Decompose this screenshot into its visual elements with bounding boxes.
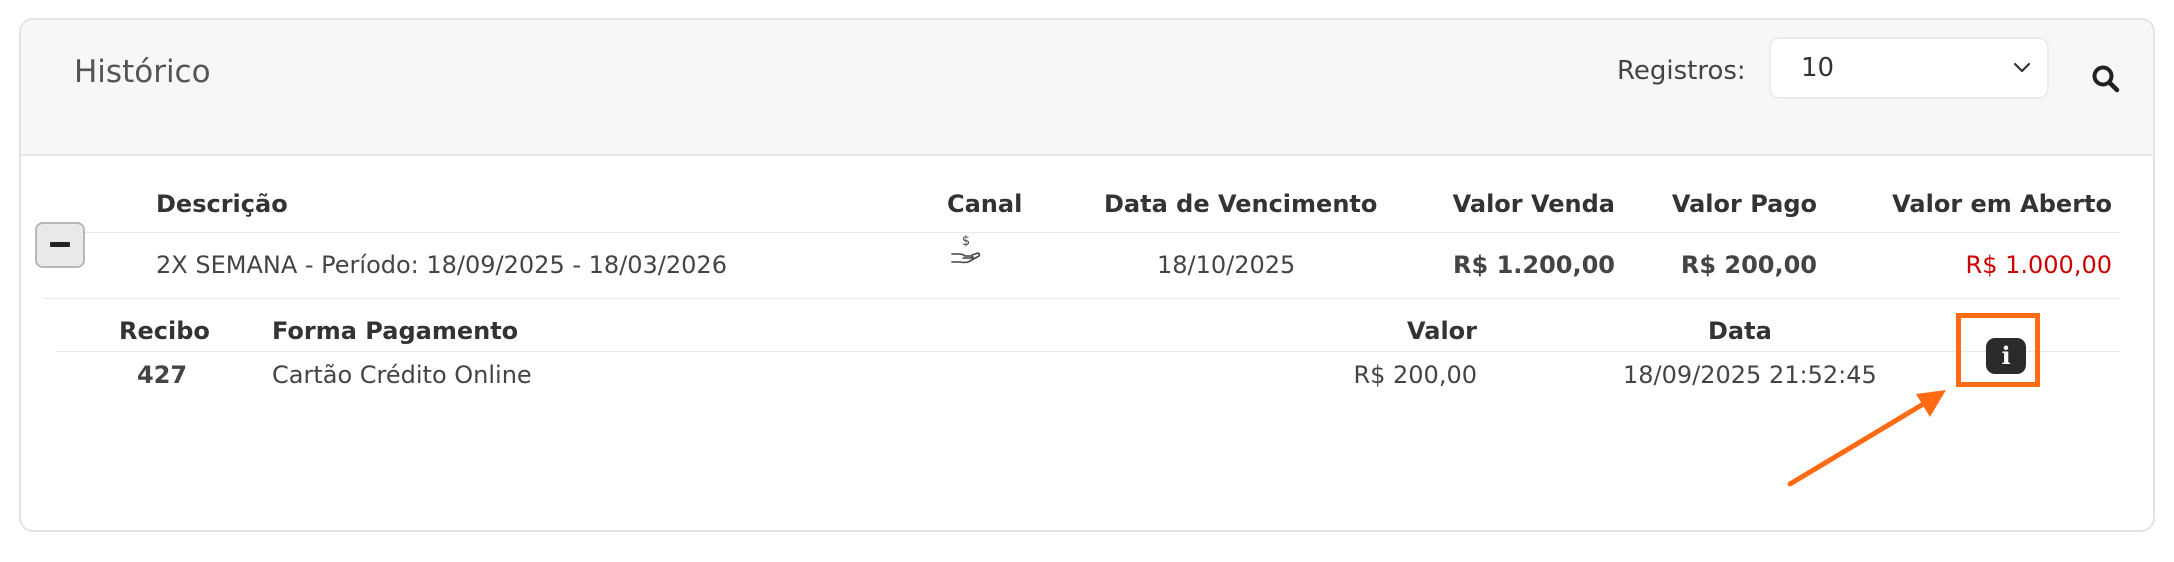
search-icon[interactable] xyxy=(2089,62,2123,96)
col-valor: Valor xyxy=(1406,317,1477,345)
hand-money-icon: $ xyxy=(951,234,981,264)
row-divider xyxy=(44,298,2120,299)
page-title: Histórico xyxy=(74,54,211,90)
sub-row-valor: R$ 200,00 xyxy=(1353,361,1477,389)
subheader-divider xyxy=(56,351,2120,352)
row-descricao: 2X SEMANA - Período: 18/09/2025 - 18/03/… xyxy=(156,251,727,279)
info-icon: i xyxy=(2001,341,2011,370)
chevron-down-icon xyxy=(2013,62,2031,73)
col-forma-pagamento: Forma Pagamento xyxy=(272,317,519,345)
col-valor-aberto: Valor em Aberto xyxy=(1892,190,2112,218)
col-canal: Canal xyxy=(947,190,1023,218)
row-valor-venda: R$ 1.200,00 xyxy=(1453,251,1615,279)
col-valor-venda: Valor Venda xyxy=(1452,190,1615,218)
row-valor-aberto: R$ 1.000,00 xyxy=(1965,251,2112,279)
row-data-vencimento: 18/10/2025 xyxy=(1157,251,1296,279)
svg-text:$: $ xyxy=(962,234,970,249)
sub-row-data: 18/09/2025 21:52:45 xyxy=(1623,361,1877,389)
col-recibo: Recibo xyxy=(119,317,210,345)
sub-row-forma-pagamento: Cartão Crédito Online xyxy=(272,361,532,389)
records-select-value: 10 xyxy=(1801,53,1835,83)
col-data: Data xyxy=(1708,317,1772,345)
row-valor-pago: R$ 200,00 xyxy=(1680,251,1817,279)
col-data-vencimento: Data de Vencimento xyxy=(1104,190,1378,218)
records-label: Registros: xyxy=(1617,56,1746,86)
minus-icon xyxy=(50,242,70,247)
card-header: Histórico Registros: 10 xyxy=(21,20,2153,156)
records-select[interactable]: 10 xyxy=(1769,37,2049,99)
collapse-button[interactable] xyxy=(35,222,85,268)
header-divider xyxy=(44,232,2120,233)
col-descricao: Descrição xyxy=(156,190,288,218)
sub-row-recibo: 427 xyxy=(137,361,188,389)
info-button[interactable]: i xyxy=(1986,338,2026,374)
col-valor-pago: Valor Pago xyxy=(1671,190,1817,218)
